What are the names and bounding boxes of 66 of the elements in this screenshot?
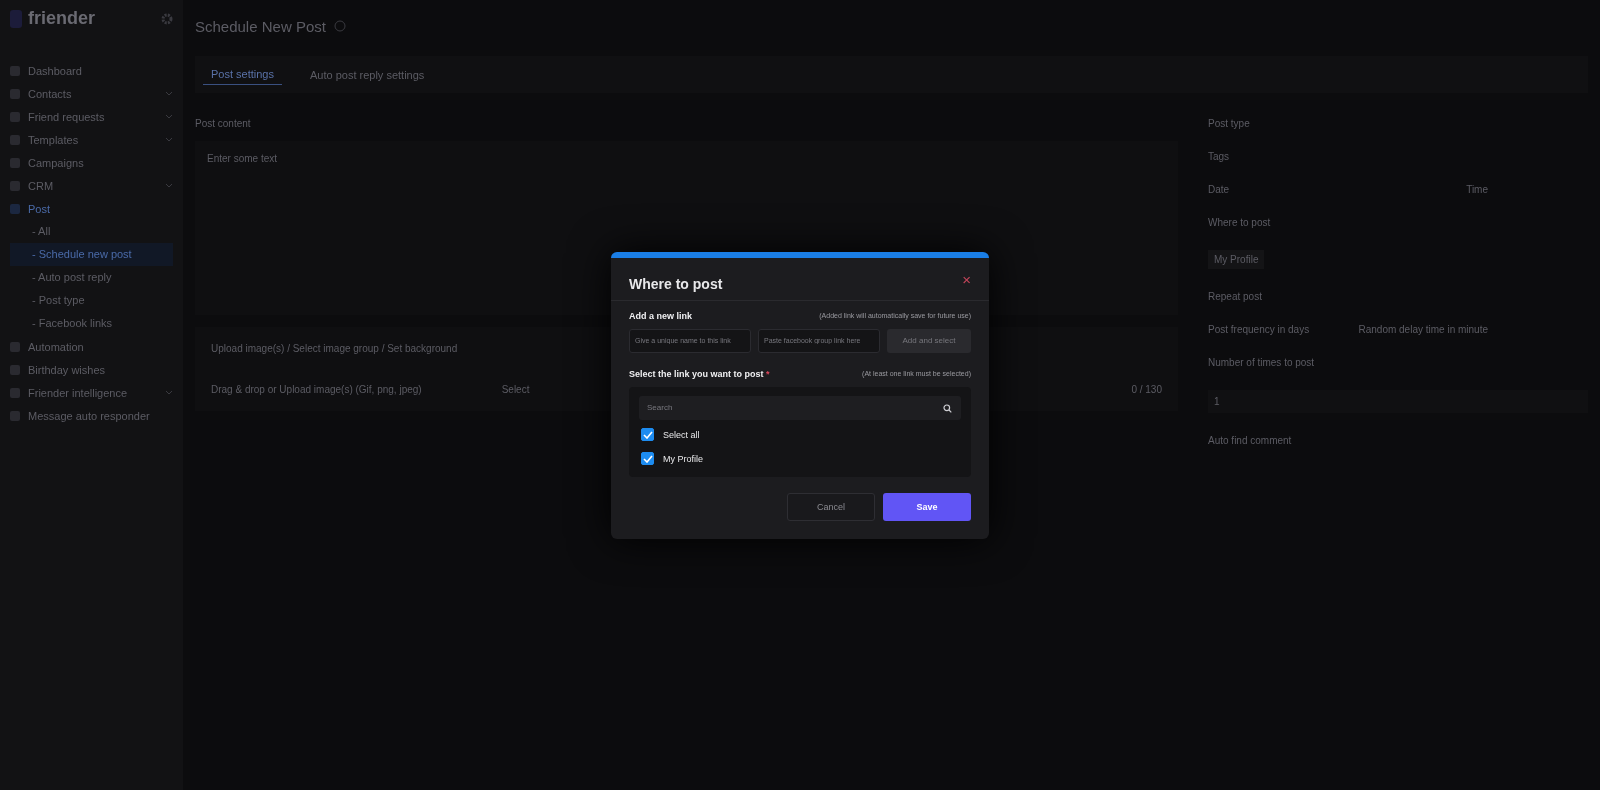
search-icon [943,403,952,413]
modal-title: Where to post [629,274,723,292]
nav-icon [10,111,20,122]
field-label: Where to post [1208,217,1272,228]
chevron-icon [165,114,173,119]
page-title: Schedule New Post [195,17,326,35]
nav-icon [10,203,20,214]
nav-item[interactable]: Campaigns [10,151,173,174]
times-field[interactable]: 1 [1208,390,1588,413]
close-button[interactable]: × [962,271,971,287]
chevron-icon [165,390,173,395]
tab[interactable]: Post settings [203,64,282,85]
nav-item[interactable]: Message auto responder [10,404,173,427]
toggle-label: Auto find comment [1208,435,1293,446]
chevron-icon [165,183,173,188]
save-button[interactable]: Save [883,492,971,521]
nav-icon [10,410,20,421]
select-field[interactable]: Select [501,384,530,395]
nav-item[interactable]: Dashboard [10,59,173,82]
nav-icon [10,88,20,99]
nav-item[interactable]: Automation [10,335,173,358]
nav-item[interactable]: Contacts [10,82,173,105]
search-field[interactable]: Search [639,395,961,420]
option-label: My Profile [663,453,703,464]
nav-item[interactable]: Birthday wishes [10,358,173,381]
section-label: Upload image(s) / Select image group / Set background [211,343,459,354]
field-label: Number of times to post [1208,357,1316,368]
char-count: 0 / 130 [1131,384,1162,395]
nav-icon [10,134,20,145]
add-and-select-button[interactable]: Add and select [887,328,971,353]
field-label: Random delay time in minute [1358,324,1488,335]
drop-label: Drag & drop or Upload image(s) (Gif, png, jpeg) [211,384,422,395]
nav-subitem[interactable]: - Facebook links [10,312,173,335]
nav-icon [10,387,20,398]
checkbox[interactable] [641,452,654,465]
profile-chip: My Profile [1208,250,1265,269]
nav-subitem[interactable]: - All [10,220,173,243]
nav-item[interactable]: Post [10,197,173,220]
nav-item[interactable]: Friender intelligence [10,381,173,404]
cancel-button[interactable]: Cancel [787,492,875,521]
logo: friender [28,8,96,29]
nav-icon [10,65,20,76]
chevron-icon [165,91,173,96]
field-label: Tags [1208,151,1231,162]
field-label: Post type [1208,118,1251,129]
nav-item[interactable]: Friend requests [10,105,173,128]
nav-icon [10,364,20,375]
section-label: Select the link you want to post * [629,368,770,379]
nav-item[interactable]: CRM [10,174,173,197]
field-label: Post frequency in days [1208,324,1310,335]
section-label: Post content [195,118,252,129]
nav-item[interactable]: Templates [10,128,173,151]
checkbox[interactable] [641,428,654,441]
chevron-icon [165,137,173,142]
field-label: Date [1208,184,1230,195]
nav-icon [10,180,20,191]
nav-icon [10,341,20,352]
nav-icon [10,157,20,168]
option-label: Select all [663,429,700,440]
tab[interactable]: Auto post reply settings [302,64,433,85]
field-label: Time [1466,184,1488,195]
nav-subitem[interactable]: - Schedule new post [10,243,173,266]
nav-subitem[interactable]: - Auto post reply [10,266,173,289]
toggle-label: Repeat post [1208,291,1263,302]
logo-icon [10,9,22,28]
nav-subitem[interactable]: - Post type [10,289,173,312]
